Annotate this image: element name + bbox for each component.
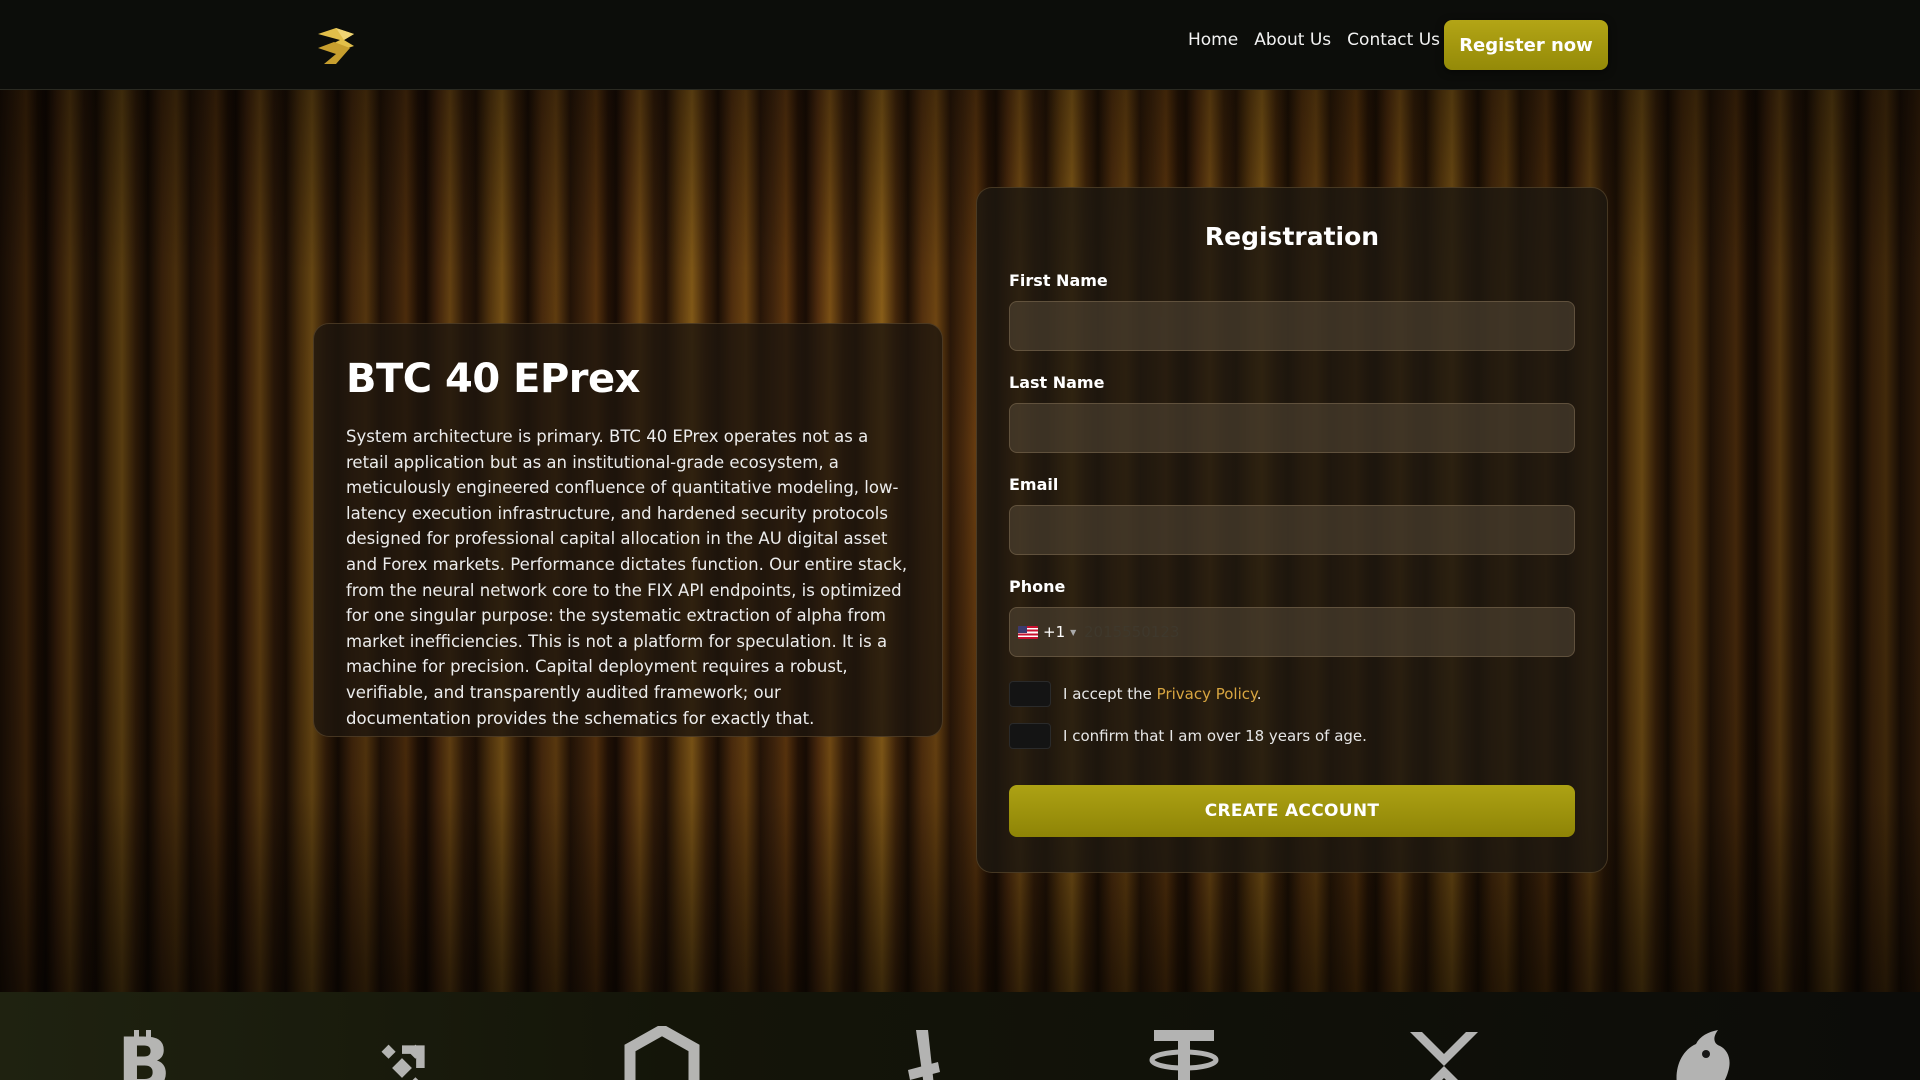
email-label: Email xyxy=(1009,475,1059,494)
crypto-logo-strip: B xyxy=(0,992,1920,1080)
uniswap-icon xyxy=(1676,1030,1730,1080)
create-account-button[interactable]: CREATE ACCOUNT xyxy=(1009,785,1575,837)
nav-home-link[interactable]: Home xyxy=(1188,30,1238,50)
main-nav: Home About Us Contact Us xyxy=(1188,30,1440,50)
privacy-text-after: . xyxy=(1256,685,1262,703)
phone-field-wrapper: +1 ▼ xyxy=(1009,607,1575,657)
dial-code: +1 xyxy=(1043,623,1066,641)
phone-field[interactable] xyxy=(1080,608,1574,656)
register-now-button[interactable]: Register now xyxy=(1444,20,1608,70)
chevron-down-icon: ▼ xyxy=(1070,627,1077,637)
age-checkbox-label: I confirm that I am over 18 years of age… xyxy=(1063,727,1367,745)
us-flag-icon xyxy=(1018,625,1038,639)
nav-contact-link[interactable]: Contact Us xyxy=(1347,30,1440,50)
last-name-field[interactable] xyxy=(1009,403,1575,453)
privacy-checkbox[interactable] xyxy=(1009,681,1051,707)
first-name-label: First Name xyxy=(1009,271,1108,290)
age-checkbox-row: I confirm that I am over 18 years of age… xyxy=(1009,723,1575,749)
binance-icon xyxy=(381,1044,425,1080)
first-name-field[interactable] xyxy=(1009,301,1575,351)
last-name-label: Last Name xyxy=(1009,373,1105,392)
privacy-checkbox-row: I accept the Privacy Policy. xyxy=(1009,681,1575,707)
hero-background xyxy=(0,90,1920,992)
solana-icon xyxy=(908,1030,940,1080)
registration-form: Registration First Name Last Name Email … xyxy=(976,187,1608,873)
privacy-text-before: I accept the xyxy=(1063,685,1157,703)
folded-ribbon-logo-icon[interactable] xyxy=(314,24,358,68)
phone-label: Phone xyxy=(1009,577,1066,596)
registration-title: Registration xyxy=(1204,222,1380,251)
bitcoin-icon: B xyxy=(117,1026,170,1080)
country-code-select[interactable]: +1 ▼ xyxy=(1010,608,1080,656)
privacy-policy-link[interactable]: Privacy Policy xyxy=(1157,685,1257,703)
nav-about-link[interactable]: About Us xyxy=(1254,30,1331,50)
xrp-icon xyxy=(1410,1032,1478,1080)
chainlink-icon xyxy=(624,1026,700,1080)
privacy-checkbox-label: I accept the Privacy Policy. xyxy=(1063,685,1262,703)
site-header: Home About Us Contact Us Register now xyxy=(0,0,1920,90)
info-description: System architecture is primary. BTC 40 E… xyxy=(346,427,908,728)
tether-icon xyxy=(1149,1030,1219,1080)
page-title: BTC 40 EPrex xyxy=(346,356,640,402)
age-checkbox[interactable] xyxy=(1009,723,1051,749)
svg-text:B: B xyxy=(117,1026,170,1080)
info-card: BTC 40 EPrex System architecture is prim… xyxy=(313,323,943,737)
email-field[interactable] xyxy=(1009,505,1575,555)
